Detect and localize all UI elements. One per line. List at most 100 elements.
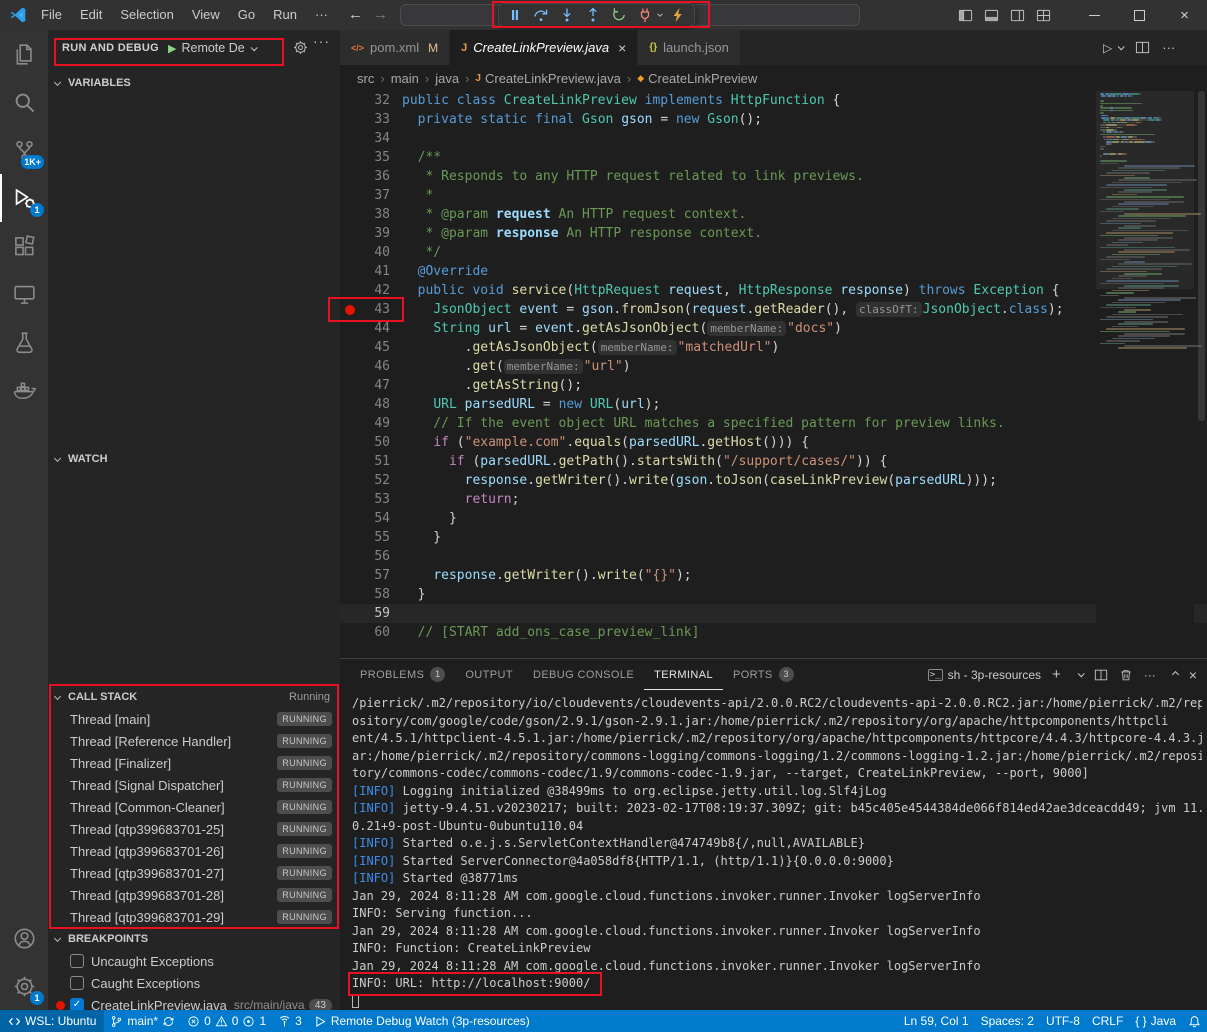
thread-row[interactable]: Thread [qtp399683701-25]RUNNING [48,818,340,840]
step-over-button[interactable] [528,4,554,26]
notifications[interactable] [1182,1010,1207,1032]
activity-testing[interactable] [0,318,48,366]
back-arrow-icon[interactable]: ← [348,6,363,23]
breakpoint-gutter[interactable] [340,433,358,452]
scrollbar-thumb[interactable] [1198,91,1205,421]
tab-launch-json[interactable]: {}launch.json [638,30,741,65]
breakpoint-gutter[interactable] [340,547,358,566]
breakpoint-gutter[interactable] [340,262,358,281]
breakpoint-gutter[interactable] [340,452,358,471]
maximize-panel-icon[interactable] [1172,671,1179,678]
code-editor[interactable]: 32public class CreateLinkPreview impleme… [340,91,1207,658]
checkbox[interactable] [70,954,84,968]
checkbox[interactable]: ✓ [70,998,84,1010]
breakpoint-gutter[interactable] [340,205,358,224]
panel-tab-terminal[interactable]: TERMINAL [644,659,723,690]
remote-indicator[interactable]: WSL: Ubuntu [0,1010,104,1032]
start-debug-icon[interactable]: ▶ [168,42,176,55]
breadcrumb-item[interactable]: ◆CreateLinkPreview [637,71,757,86]
breakpoint-gutter[interactable] [340,300,358,319]
watch-section-header[interactable]: WATCH [48,448,340,470]
run-java-button[interactable]: ▷ [1103,41,1123,55]
kill-terminal-icon[interactable] [1119,668,1133,682]
breakpoint-row[interactable]: Caught Exceptions [48,972,340,994]
encoding[interactable]: UTF-8 [1040,1010,1086,1032]
breakpoint-gutter[interactable] [340,623,358,642]
forwarded-ports[interactable]: 3 [272,1010,308,1032]
thread-row[interactable]: Thread [qtp399683701-28]RUNNING [48,884,340,906]
panel-more-actions[interactable]: ··· [1144,668,1156,682]
breakpoint-gutter[interactable] [340,338,358,357]
activity-explorer[interactable] [0,30,48,78]
breakpoint-gutter[interactable] [340,281,358,300]
language-mode[interactable]: { }Java [1129,1010,1182,1032]
debug-session[interactable]: Remote Debug Watch (3p-resources) [308,1010,536,1032]
git-branch[interactable]: main* [104,1010,181,1032]
panel-tab-output[interactable]: OUTPUT [455,659,523,690]
terminal-dropdown-icon[interactable] [1077,670,1084,677]
menu-go[interactable]: Go [229,0,264,30]
toggle-sidebar-icon[interactable] [958,8,973,23]
terminal-instance[interactable]: >_ sh - 3p-resources [928,668,1041,682]
panel-tab-problems[interactable]: PROBLEMS1 [350,659,455,690]
pause-button[interactable] [502,4,528,26]
breakpoint-gutter[interactable] [340,224,358,243]
cursor-position[interactable]: Ln 59, Col 1 [898,1010,975,1032]
thread-row[interactable]: Thread [Signal Dispatcher]RUNNING [48,774,340,796]
breakpoint-gutter[interactable] [340,186,358,205]
debug-settings-gear-icon[interactable] [293,40,308,55]
minimize-icon[interactable] [1072,0,1117,30]
activity-extensions[interactable] [0,222,48,270]
tab-createlinkpreview-java[interactable]: JCreateLinkPreview.java× [450,30,638,65]
breakpoint-gutter[interactable] [340,376,358,395]
breakpoint-gutter[interactable] [340,243,358,262]
breakpoint-gutter[interactable] [340,357,358,376]
breadcrumb-item[interactable]: java [435,71,459,86]
editor-scrollbar[interactable] [1196,91,1207,658]
activity-source-control[interactable]: 1K+ [0,126,48,174]
menu-selection[interactable]: Selection [111,0,182,30]
menu-file[interactable]: File [32,0,71,30]
breadcrumb-item[interactable]: src [357,71,374,86]
problems-status[interactable]: 001 [181,1010,272,1032]
breakpoints-section-header[interactable]: BREAKPOINTS [48,928,340,950]
menu-view[interactable]: View [183,0,229,30]
forward-arrow-icon[interactable]: → [373,6,388,23]
thread-row[interactable]: Thread [Reference Handler]RUNNING [48,730,340,752]
close-icon[interactable]: × [618,40,626,56]
breakpoint-icon[interactable] [345,305,355,315]
terminal-content[interactable]: /pierrick/.m2/repository/io/cloudevents/… [352,695,1202,1009]
breakpoint-gutter[interactable] [340,471,358,490]
menu-edit[interactable]: Edit [71,0,111,30]
menu-more[interactable]: ··· [306,0,337,30]
breakpoint-gutter[interactable] [340,585,358,604]
tab-pom-xml[interactable]: </>pom.xmlM [340,30,450,65]
breakpoint-gutter[interactable] [340,414,358,433]
indentation[interactable]: Spaces: 2 [975,1010,1040,1032]
chevron-down-icon[interactable] [655,10,665,20]
breadcrumb-item[interactable]: JCreateLinkPreview.java [475,71,620,86]
breakpoint-gutter[interactable] [340,319,358,338]
panel-tab-debug-console[interactable]: DEBUG CONSOLE [523,659,644,690]
restart-button[interactable] [606,4,632,26]
step-into-button[interactable] [554,4,580,26]
breakpoint-gutter[interactable] [340,167,358,186]
thread-row[interactable]: Thread [qtp399683701-27]RUNNING [48,862,340,884]
breakpoint-row[interactable]: Uncaught Exceptions [48,950,340,972]
split-terminal-icon[interactable] [1094,668,1108,682]
toggle-secondary-sidebar-icon[interactable] [1010,8,1025,23]
breakpoint-gutter[interactable] [340,148,358,167]
eol[interactable]: CRLF [1086,1010,1129,1032]
breakpoint-gutter[interactable] [340,129,358,148]
breakpoint-gutter[interactable] [340,528,358,547]
activity-settings[interactable]: 1 [0,962,48,1010]
variables-section-header[interactable]: VARIABLES [48,72,340,94]
checkbox[interactable] [70,976,84,990]
thread-row[interactable]: Thread [main]RUNNING [48,708,340,730]
customize-layout-icon[interactable] [1036,8,1051,23]
menu-run[interactable]: Run [264,0,306,30]
breakpoint-gutter[interactable] [340,509,358,528]
minimap[interactable] [1096,91,1194,658]
panel-tab-ports[interactable]: PORTS3 [723,659,804,690]
editor-more-actions[interactable]: ··· [1162,40,1175,55]
